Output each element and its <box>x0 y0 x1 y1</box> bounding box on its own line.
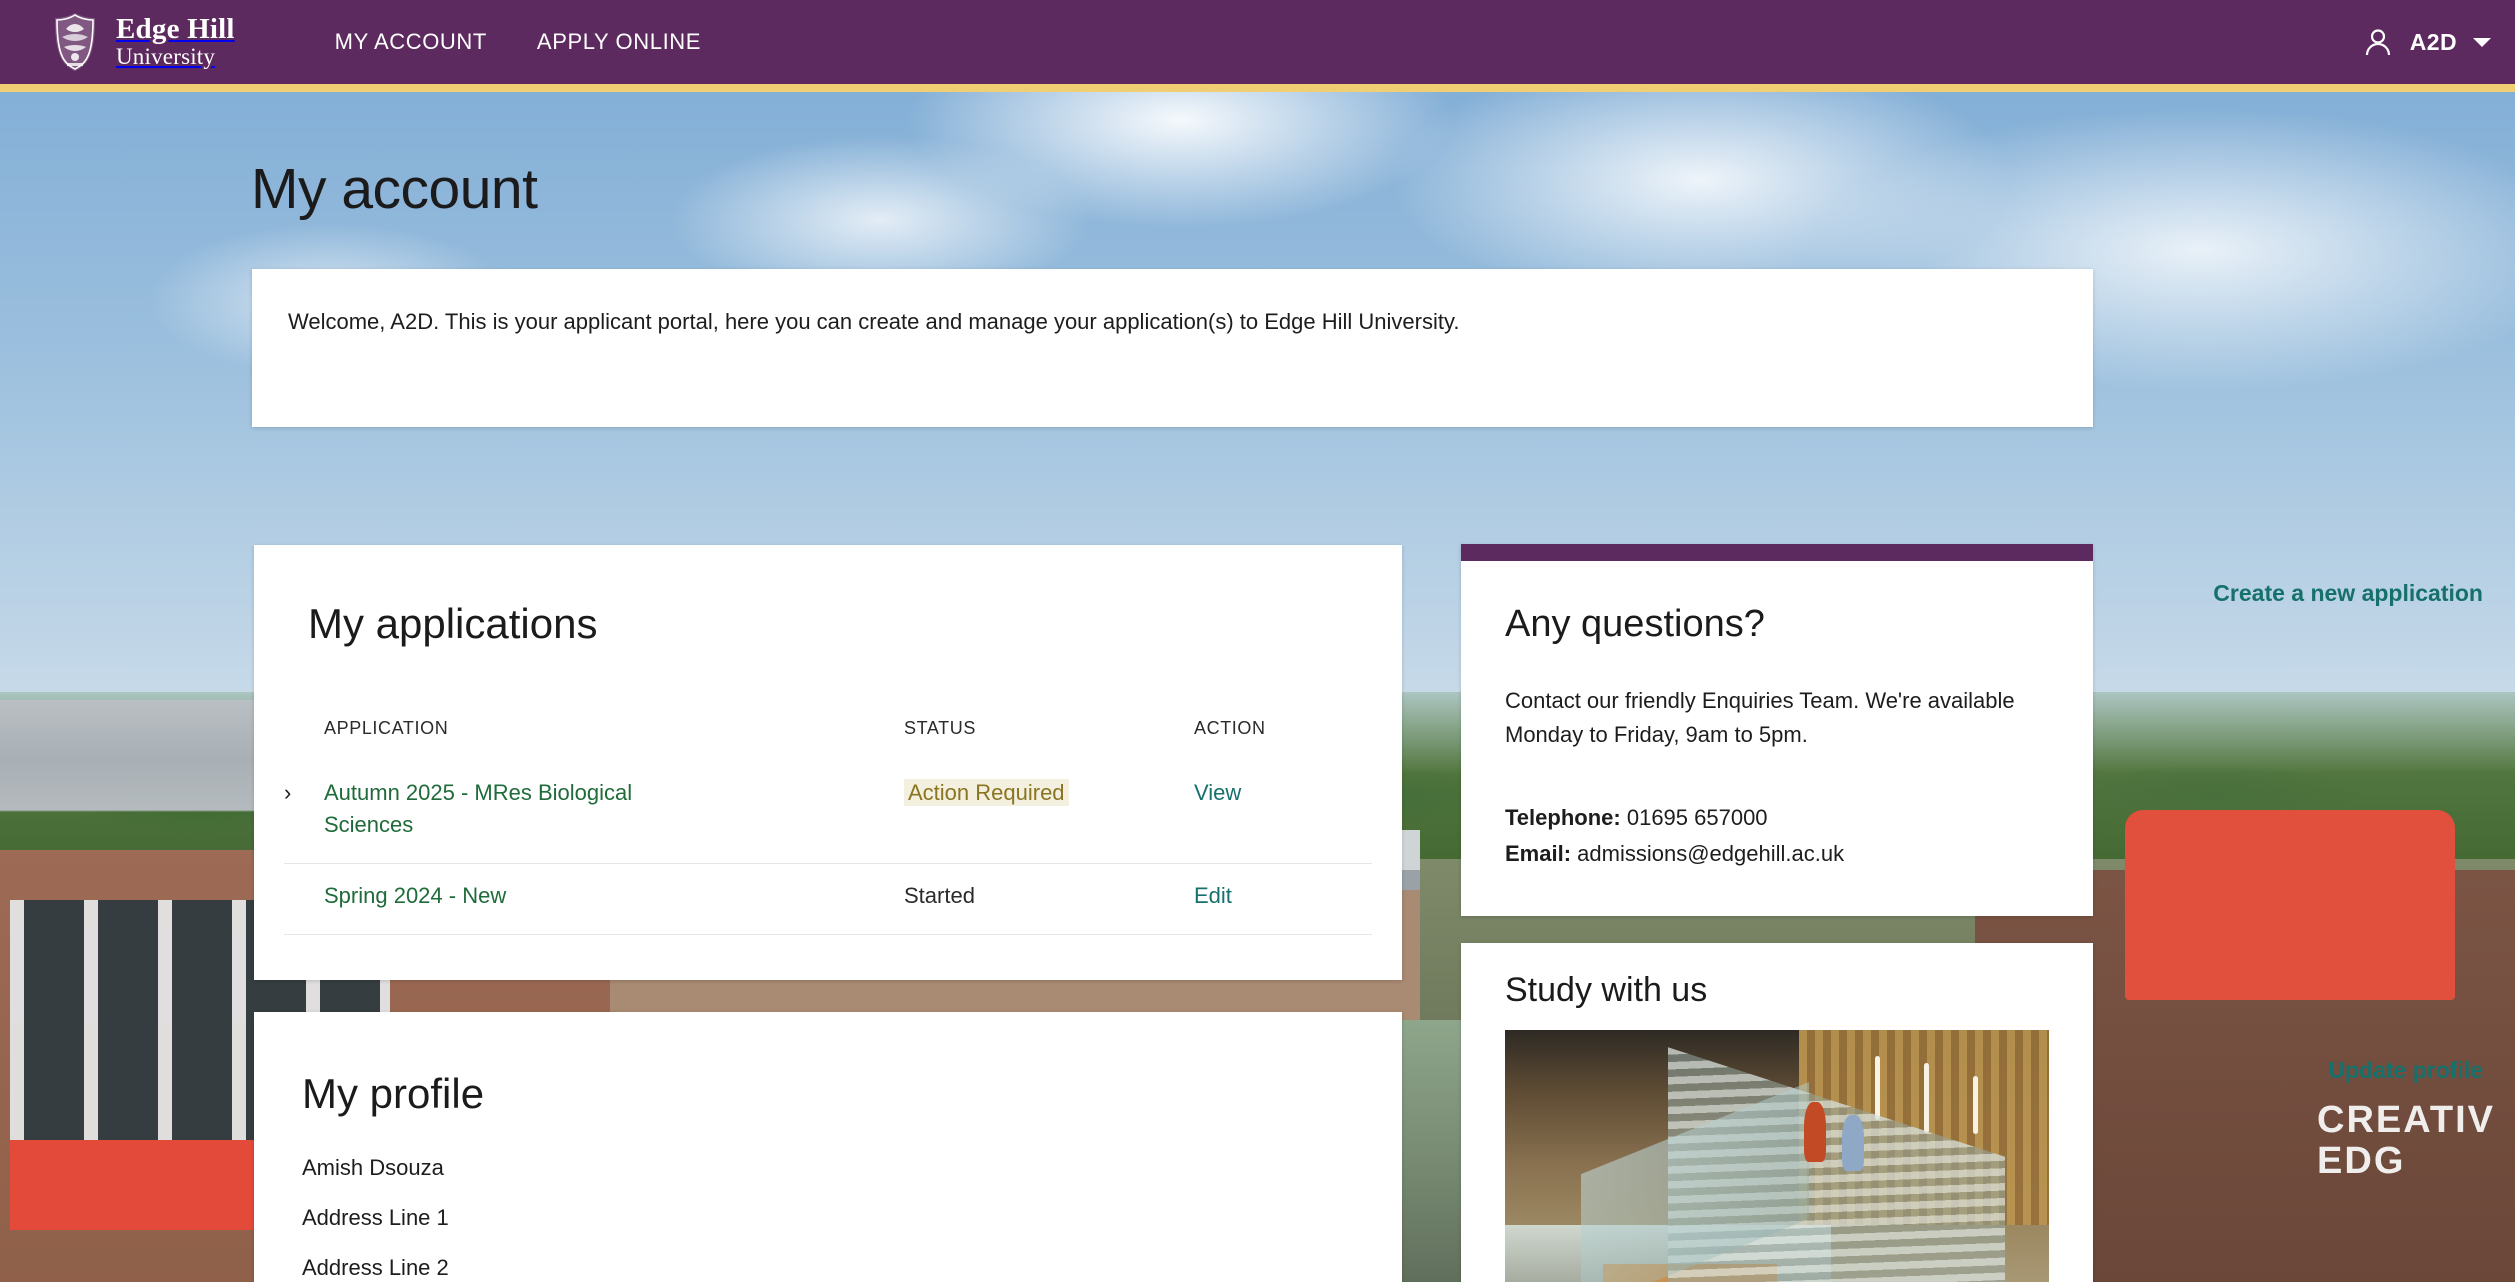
contact-details: Telephone: 01695 657000 Email: admission… <box>1505 800 2049 873</box>
brand-wordmark: Edge Hill University <box>116 15 235 68</box>
university-crest-icon <box>48 11 102 73</box>
email-row: Email: admissions@edgehill.ac.uk <box>1505 836 2049 872</box>
photo-student-two <box>1842 1115 1864 1171</box>
nav-item-apply-online[interactable]: APPLY ONLINE <box>537 29 701 55</box>
site-header: Edge Hill University MY ACCOUNT APPLY ON… <box>0 0 2515 84</box>
list-item: Address Line 2 <box>302 1255 449 1281</box>
photo-student-one <box>1804 1102 1826 1162</box>
my-profile-title: My profile <box>302 1070 484 1118</box>
my-applications-header: My applications <box>254 545 1402 695</box>
email-label: Email: <box>1505 841 1571 866</box>
brand-line-2: University <box>116 45 235 68</box>
study-with-us-card: Study with us Want to know all about our… <box>1461 943 2093 1282</box>
brand-logo-link[interactable]: Edge Hill University <box>48 11 235 73</box>
any-questions-title: Any questions? <box>1505 603 2093 646</box>
gold-accent-stripe <box>0 84 2515 92</box>
applications-table: APPLICATION STATUS ACTION › Autumn 2025 … <box>284 718 1372 935</box>
students-on-staircase-photo <box>1505 1030 2049 1282</box>
study-with-us-title: Study with us <box>1505 971 2093 1010</box>
table-row: › Autumn 2025 - MRes Biological Sciences… <box>284 761 1372 864</box>
applications-table-header-row: APPLICATION STATUS ACTION <box>284 718 1372 761</box>
any-questions-card: Any questions? Contact our friendly Enqu… <box>1461 544 2093 916</box>
column-header-status: STATUS <box>904 718 1194 739</box>
user-name-label: A2D <box>2410 29 2457 56</box>
application-action-link[interactable]: Edit <box>1194 880 1372 912</box>
nav-item-my-account[interactable]: MY ACCOUNT <box>335 29 487 55</box>
update-profile-link[interactable]: Update profile <box>2328 1057 2483 1084</box>
application-status-cell: Action Required <box>904 777 1194 809</box>
brand-line-1: Edge Hill <box>116 15 235 45</box>
my-profile-card: My profile Amish Dsouza Address Line 1 A… <box>254 1012 1402 1282</box>
profile-details-list: Amish Dsouza Address Line 1 Address Line… <box>302 1155 449 1282</box>
photo-pendant-light <box>1875 1056 1880 1120</box>
table-row: Spring 2024 - New Started Edit <box>284 864 1372 935</box>
column-header-application: APPLICATION <box>324 718 904 739</box>
application-name-link[interactable]: Spring 2024 - New <box>324 880 654 912</box>
primary-navigation: MY ACCOUNT APPLY ONLINE <box>335 29 701 55</box>
page-content: My account Welcome, A2D. This is your ap… <box>0 92 2515 1282</box>
telephone-value: 01695 657000 <box>1627 805 1768 830</box>
photo-pendant-light <box>1973 1076 1978 1134</box>
card-accent-bar <box>1461 544 2093 561</box>
telephone-label: Telephone: <box>1505 805 1621 830</box>
list-item: Amish Dsouza <box>302 1155 449 1181</box>
application-status-cell: Started <box>904 880 1194 912</box>
any-questions-body: Contact our friendly Enquiries Team. We'… <box>1505 684 2045 752</box>
chevron-right-icon[interactable]: › <box>284 777 324 809</box>
welcome-message: Welcome, A2D. This is your applicant por… <box>288 305 2057 338</box>
telephone-row: Telephone: 01695 657000 <box>1505 800 2049 836</box>
create-new-application-link[interactable]: Create a new application <box>2213 580 2483 607</box>
photo-pendant-light <box>1924 1063 1929 1133</box>
application-name-link[interactable]: Autumn 2025 - MRes Biological Sciences <box>324 777 654 841</box>
user-account-menu[interactable]: A2D <box>2362 0 2497 84</box>
application-action-link[interactable]: View <box>1194 777 1372 809</box>
page-title: My account <box>251 156 537 222</box>
chevron-down-icon[interactable] <box>2473 38 2491 47</box>
email-value: admissions@edgehill.ac.uk <box>1577 841 1844 866</box>
my-applications-title: My applications <box>308 600 597 648</box>
person-icon <box>2362 26 2394 58</box>
list-item: Address Line 1 <box>302 1205 449 1231</box>
status-badge: Action Required <box>904 779 1069 806</box>
column-header-action: ACTION <box>1194 718 1372 739</box>
welcome-banner-card: Welcome, A2D. This is your applicant por… <box>252 269 2093 427</box>
